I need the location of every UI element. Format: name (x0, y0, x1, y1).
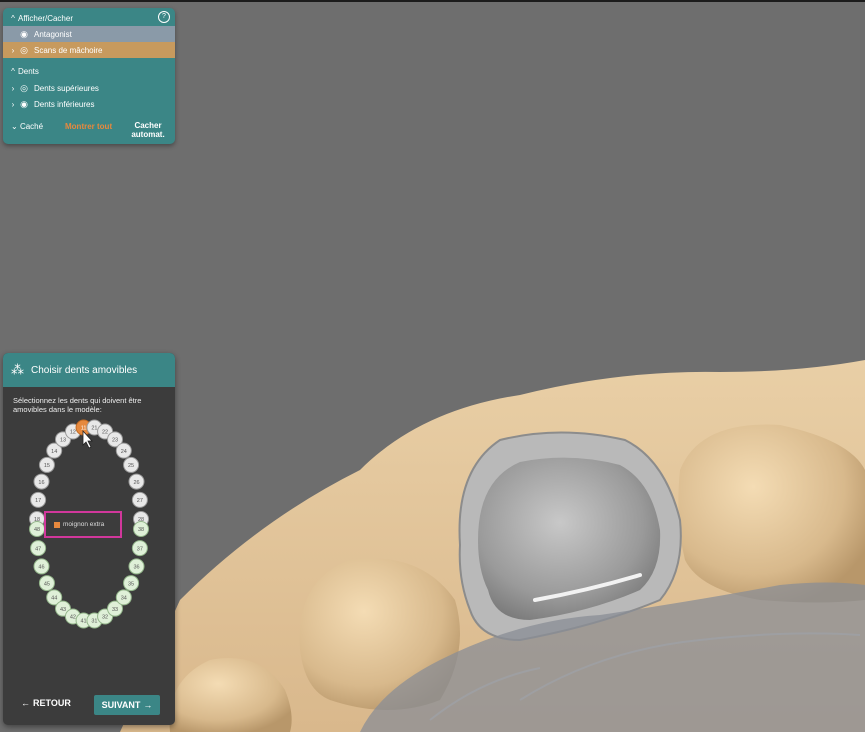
tooth-35[interactable]: 35 (123, 575, 140, 592)
chevron-up-icon: ^ (11, 66, 15, 76)
removable-panel-header: ⁂ Choisir dents amovibles (3, 353, 175, 387)
tooth-number: 33 (112, 607, 118, 613)
eye-icon[interactable]: ◉ (18, 99, 30, 110)
instruction-text: Sélectionnez les dents qui doivent être … (13, 396, 142, 414)
visibility-footer: ⌄ Caché Montrer tout Cacher automat. (3, 120, 175, 144)
tooth-number: 32 (102, 615, 108, 621)
chevron-right-icon[interactable]: › (8, 46, 18, 55)
tooth-number: 21 (91, 426, 97, 432)
tooth-number: 25 (128, 463, 134, 469)
back-button[interactable]: ← RETOUR (21, 698, 71, 708)
removable-panel-title: Choisir dents amovibles (31, 364, 138, 376)
tooth-27[interactable]: 27 (131, 491, 148, 508)
tooth-number: 34 (121, 596, 127, 602)
visibility-panel: ^ Afficher/Cacher ? ◉ Antagonist › ◎ Sca… (3, 8, 175, 144)
layer-item-label: Scans de mâchoire (34, 45, 103, 55)
tooth-number: 35 (128, 581, 134, 587)
tooth-number: 11 (81, 426, 87, 432)
tooth-number: 13 (60, 438, 66, 444)
tooth-16[interactable]: 16 (33, 473, 50, 490)
tooth-number: 27 (137, 498, 143, 504)
tooth-number: 43 (60, 607, 66, 613)
layer-item-label: Antagonist (34, 29, 72, 39)
tooth-number: 15 (44, 463, 50, 469)
tooth-number: 47 (35, 546, 41, 552)
tooth-number: 45 (44, 581, 50, 587)
layer-item-lower-teeth[interactable]: › ◉ Dents inférieures (3, 96, 175, 112)
tooth-25[interactable]: 25 (123, 456, 140, 473)
tooth-38[interactable]: 38 (133, 521, 149, 537)
tooth-number: 24 (121, 449, 127, 455)
tooth-46[interactable]: 46 (33, 558, 50, 575)
tooth-45[interactable]: 45 (38, 575, 55, 592)
legend-swatch (54, 521, 60, 528)
layer-item-label: Dents inférieures (34, 99, 95, 109)
chevron-right-icon[interactable]: › (8, 100, 18, 109)
visibility-header[interactable]: ^ Afficher/Cacher (3, 10, 175, 26)
tooth-number: 23 (112, 438, 118, 444)
layer-item-jaw-scans[interactable]: › ◎ Scans de mâchoire (3, 42, 175, 58)
tooth-number: 22 (102, 430, 108, 436)
removable-teeth-panel: ⁂ Choisir dents amovibles Sélectionnez l… (3, 353, 175, 725)
auto-hide-button[interactable]: Cacher automat. (127, 121, 169, 139)
tooth-number: 16 (38, 480, 44, 486)
tooth-36[interactable]: 36 (128, 558, 145, 575)
tooth-number: 31 (91, 619, 97, 625)
tooth-number: 12 (70, 430, 76, 436)
tooth-number: 48 (34, 527, 40, 533)
chevron-right-icon[interactable]: › (8, 84, 18, 93)
chevron-down-icon: ⌄ (11, 122, 20, 131)
eye-outline-icon[interactable]: ◎ (18, 83, 30, 94)
eye-icon[interactable]: ◉ (18, 29, 30, 40)
tooth-number: 37 (137, 546, 143, 552)
layer-item-antagonist[interactable]: ◉ Antagonist (3, 26, 175, 42)
layer-item-label: Dents supérieures (34, 83, 99, 93)
tooth-number: 44 (51, 596, 57, 602)
tooth-26[interactable]: 26 (128, 473, 145, 490)
tooth-number: 36 (133, 565, 139, 571)
tooth-right-model (678, 424, 865, 603)
tooth-47[interactable]: 47 (30, 540, 47, 557)
tooth-37[interactable]: 37 (131, 540, 148, 557)
tooth-number: 14 (51, 449, 57, 455)
teeth-section-title: Dents (18, 66, 39, 76)
tooth-17[interactable]: 17 (30, 491, 47, 508)
legend-label: moignon extra (63, 521, 105, 528)
magic-wand-icon: ⁂ (11, 362, 24, 377)
teeth-section-header[interactable]: ^ Dents (3, 63, 175, 79)
hidden-toggle[interactable]: ⌄ Caché (11, 122, 43, 131)
layer-item-upper-teeth[interactable]: › ◎ Dents supérieures (3, 80, 175, 96)
next-button[interactable]: SUIVANT → (94, 695, 160, 715)
help-icon[interactable]: ? (158, 11, 170, 23)
chevron-up-icon: ^ (11, 13, 15, 23)
tooth-number: 26 (133, 480, 139, 486)
eye-outline-icon[interactable]: ◎ (18, 45, 30, 56)
show-all-button[interactable]: Montrer tout (65, 122, 112, 131)
tooth-48[interactable]: 48 (29, 521, 45, 537)
tooth-24[interactable]: 24 (115, 442, 132, 459)
visibility-title: Afficher/Cacher (18, 13, 73, 23)
tooth-number: 38 (138, 527, 144, 533)
arrow-right-icon: → (143, 700, 153, 710)
arrow-left-icon: ← (21, 698, 30, 708)
tooth-number: 17 (35, 498, 41, 504)
tooth-number: 42 (70, 615, 76, 621)
legend-extra-stump: moignon extra (44, 511, 122, 538)
tooth-34[interactable]: 34 (115, 589, 132, 606)
tooth-number: 41 (81, 619, 87, 625)
tooth-number: 46 (38, 565, 44, 571)
tooth-15[interactable]: 15 (38, 456, 55, 473)
